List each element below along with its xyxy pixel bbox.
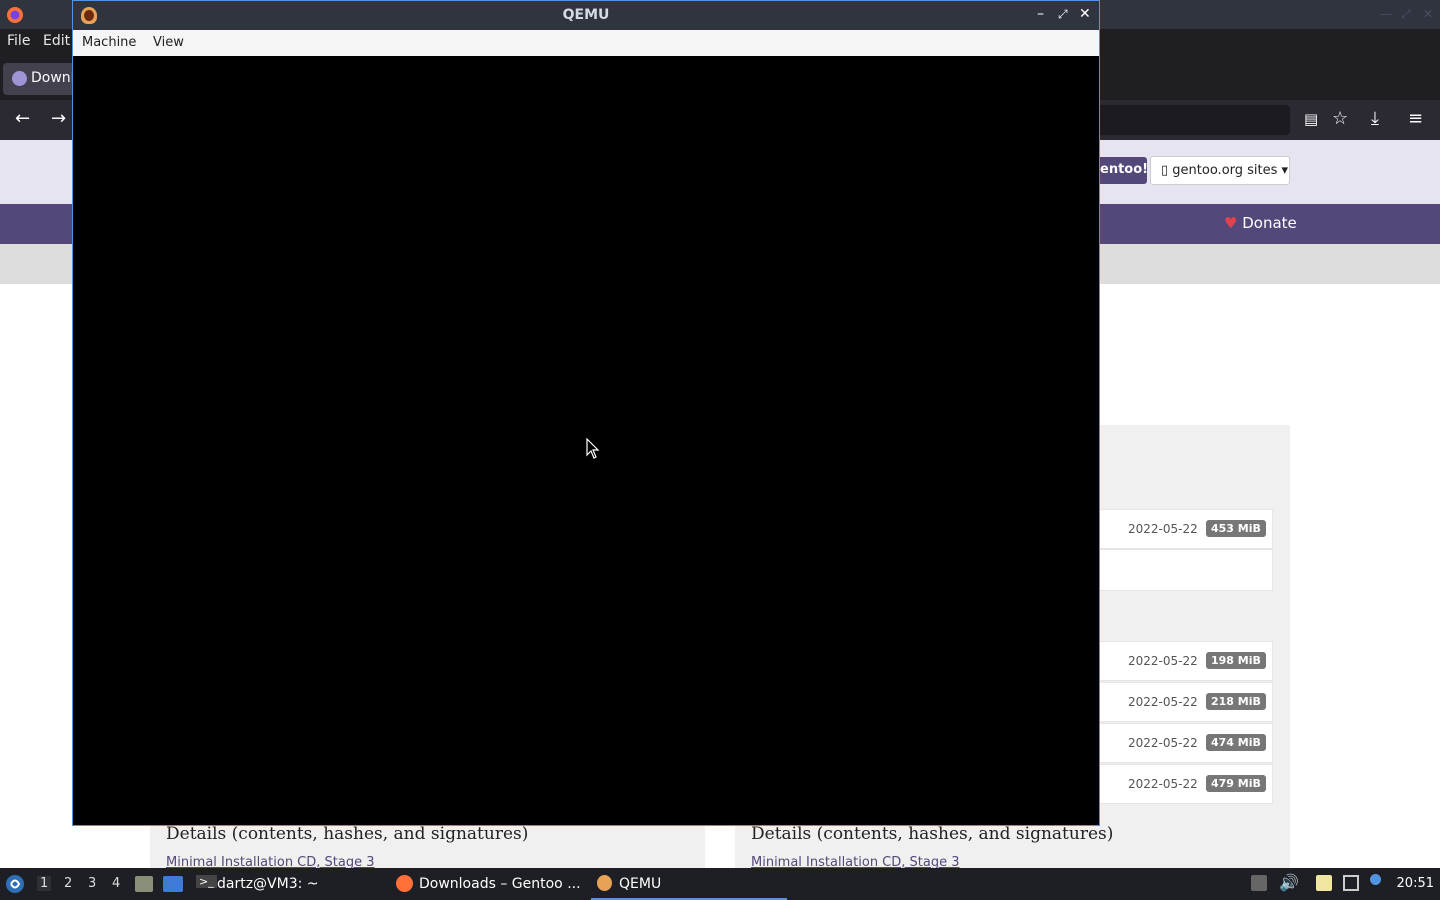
taskbar-item-terminal[interactable]: >_ dartz@VM3: ~ — [192, 868, 390, 900]
clipboard-icon[interactable] — [1316, 875, 1332, 891]
mouse-cursor-icon — [586, 438, 600, 459]
start-menu-icon[interactable] — [5, 874, 25, 894]
tray-updates-icon[interactable] — [1251, 875, 1267, 891]
size-badge: 198 MiB — [1206, 652, 1266, 669]
taskbar-item-label: Downloads – Gentoo ... — [419, 876, 581, 892]
download-row[interactable]: 2022-05-22 453 MiB — [1098, 509, 1273, 549]
minimize-icon[interactable]: – — [1037, 6, 1044, 22]
minimize-icon[interactable]: — — [1380, 7, 1392, 21]
clock[interactable]: 20:51 — [1397, 876, 1434, 891]
heart-icon: ♥ — [1224, 214, 1238, 232]
workspace-2[interactable]: 2 — [64, 876, 72, 891]
firefox-icon — [396, 875, 413, 892]
workspace-3[interactable]: 3 — [88, 876, 96, 891]
qemu-menubar: Machine View — [73, 30, 1099, 56]
qemu-titlebar[interactable]: QEMU – ⤢ ✕ — [73, 1, 1099, 30]
volume-icon[interactable]: 🔊 — [1279, 873, 1299, 892]
vm-display[interactable] — [73, 56, 1099, 825]
download-row[interactable]: 2022-05-22 198 MiB — [1098, 641, 1273, 681]
qemu-window: QEMU – ⤢ ✕ Machine View — [72, 0, 1100, 826]
details-heading-right: Details (contents, hashes, and signature… — [751, 824, 1114, 844]
donate-label: Donate — [1242, 214, 1297, 232]
taskbar-item-label: dartz@VM3: ~ — [217, 876, 319, 892]
qemu-logo-icon — [597, 875, 612, 891]
back-icon[interactable]: ← — [15, 108, 30, 129]
download-date: 2022-05-22 — [1128, 777, 1198, 791]
workspace-4[interactable]: 4 — [112, 876, 120, 891]
map-icon: ▯ — [1161, 163, 1169, 178]
size-badge: 453 MiB — [1206, 520, 1266, 537]
download-date: 2022-05-22 — [1128, 522, 1198, 536]
menu-view[interactable]: View — [153, 35, 184, 50]
size-badge: 218 MiB — [1206, 693, 1266, 710]
taskbar-item-qemu[interactable]: QEMU — [591, 868, 787, 900]
menu-machine[interactable]: Machine — [82, 35, 136, 50]
maximize-icon[interactable]: ⤢ — [1058, 7, 1068, 22]
workspace-1[interactable]: 1 — [37, 876, 52, 891]
close-icon[interactable]: ✕ — [1423, 7, 1433, 21]
tab-label: Downl — [31, 70, 75, 86]
taskbar-item-firefox[interactable]: Downloads – Gentoo ... — [393, 868, 588, 900]
bookmark-star-icon[interactable]: ☆ — [1332, 108, 1348, 129]
download-row[interactable]: 2022-05-22 479 MiB — [1098, 764, 1273, 804]
notification-icon[interactable] — [1370, 874, 1381, 885]
gentoo-favicon-icon — [12, 71, 27, 86]
url-bar[interactable] — [1090, 105, 1290, 135]
download-row-extra — [1098, 549, 1273, 591]
qemu-title: QEMU — [562, 7, 610, 23]
download-date: 2022-05-22 — [1128, 654, 1198, 668]
firefox-icon — [7, 7, 23, 23]
network-icon[interactable] — [1343, 875, 1359, 891]
file-manager-icon[interactable] — [135, 876, 153, 892]
hamburger-menu-icon[interactable]: ≡ — [1408, 108, 1423, 129]
menu-file[interactable]: File — [7, 33, 30, 49]
details-heading-left: Details (contents, hashes, and signature… — [166, 824, 529, 844]
size-badge: 479 MiB — [1206, 775, 1266, 792]
download-date: 2022-05-22 — [1128, 736, 1198, 750]
forward-icon[interactable]: → — [51, 108, 66, 129]
menu-edit[interactable]: Edit — [43, 33, 70, 49]
download-icon[interactable]: ⤓ — [1371, 108, 1379, 129]
gentoo-sites-button[interactable]: ▯ gentoo.org sites ▾ — [1150, 156, 1290, 185]
show-desktop-icon[interactable] — [163, 876, 183, 892]
gentoo-sites-label: gentoo.org sites ▾ — [1172, 163, 1289, 178]
taskbar: 1 2 3 4 >_ dartz@VM3: ~ Downloads – Gent… — [0, 868, 1440, 900]
download-row[interactable]: 2022-05-22 474 MiB — [1098, 723, 1273, 763]
reader-view-icon[interactable]: ▤ — [1304, 110, 1318, 128]
download-row[interactable]: 2022-05-22 218 MiB — [1098, 682, 1273, 722]
taskbar-item-label: QEMU — [619, 876, 662, 892]
close-icon[interactable]: ✕ — [1079, 6, 1091, 22]
donate-link[interactable]: ♥ Donate — [1224, 214, 1297, 232]
maximize-icon[interactable]: ⤢ — [1401, 7, 1411, 22]
size-badge: 474 MiB — [1206, 734, 1266, 751]
terminal-icon: >_ — [196, 875, 217, 888]
download-date: 2022-05-22 — [1128, 695, 1198, 709]
